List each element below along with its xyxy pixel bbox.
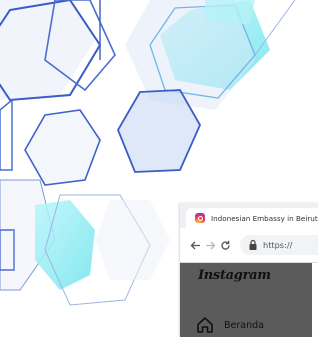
browser-toolbar: https:// — [180, 228, 318, 263]
main-content — [312, 263, 318, 337]
instagram-icon — [195, 213, 205, 223]
arrow-left-icon — [190, 241, 200, 249]
instagram-logo[interactable]: Instagram — [198, 268, 271, 283]
tab-title: Indonesian Embassy in Beirut — [211, 213, 318, 223]
sidebar-item-home[interactable]: Beranda — [196, 316, 264, 334]
instagram-sidebar: Instagram Beranda — [180, 263, 312, 337]
hexagon-shape — [25, 110, 100, 185]
browser-window: Indonesian Embassy in Beirut https:// In… — [180, 203, 318, 337]
reload-icon — [221, 240, 230, 250]
browser-tab[interactable]: Indonesian Embassy in Beirut — [186, 208, 318, 228]
address-bar-url: https:// — [263, 240, 293, 250]
reload-button[interactable] — [218, 236, 233, 254]
home-icon — [197, 317, 213, 333]
address-bar[interactable]: https:// — [240, 235, 318, 255]
tab-strip: Indonesian Embassy in Beirut — [180, 203, 318, 228]
back-button[interactable] — [188, 236, 203, 254]
hexagon-shape — [0, 98, 13, 171]
forward-button[interactable] — [203, 236, 218, 254]
sidebar-item-label: Beranda — [224, 319, 264, 331]
lock-icon — [249, 239, 257, 250]
arrow-right-icon — [206, 241, 216, 249]
hexagon-shape — [35, 200, 95, 290]
hexagon-shape — [95, 200, 170, 280]
